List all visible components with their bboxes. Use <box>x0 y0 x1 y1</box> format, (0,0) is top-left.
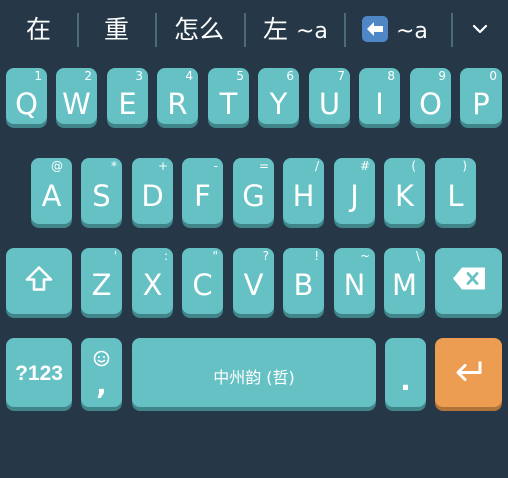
candidate-separator <box>244 13 246 47</box>
key-n[interactable]: ~ N <box>334 248 375 314</box>
key-g[interactable]: = G <box>233 158 274 224</box>
key-j[interactable]: # J <box>334 158 375 224</box>
key-z[interactable]: ' Z <box>81 248 122 314</box>
key-i[interactable]: 8I <box>359 68 400 124</box>
candidate-5[interactable]: ~a <box>362 13 428 47</box>
emoji-comma-key[interactable]: , <box>81 338 122 407</box>
key-o[interactable]: 9O <box>410 68 451 124</box>
candidate-separator <box>77 13 79 47</box>
period-key[interactable]: . <box>385 338 426 407</box>
key-h[interactable]: / H <box>283 158 324 224</box>
candidate-2[interactable]: 重 <box>104 13 129 47</box>
key-a[interactable]: @ A <box>31 158 72 224</box>
candidate-1[interactable]: 在 <box>26 13 51 47</box>
enter-icon <box>454 359 484 386</box>
candidate-3[interactable]: 怎么 <box>174 13 224 47</box>
symbols-key[interactable]: ?123 <box>6 338 72 407</box>
candidate-separator <box>155 13 157 47</box>
key-d[interactable]: + D <box>132 158 173 224</box>
key-w[interactable]: 2W <box>56 68 97 124</box>
candidate-separator <box>344 13 346 47</box>
space-key[interactable]: 中州韵 (哲) <box>132 338 376 407</box>
key-e[interactable]: 3E <box>107 68 148 124</box>
candidate-bar: 在 重 怎么 左 ~a ~a <box>0 0 508 58</box>
key-q[interactable]: 1Q <box>6 68 47 124</box>
enter-key[interactable] <box>435 338 502 407</box>
left-arrow-emoji-icon <box>362 16 388 42</box>
key-l[interactable]: ) L <box>435 158 476 224</box>
backspace-key[interactable] <box>435 248 502 314</box>
shift-icon <box>24 264 54 299</box>
candidate-separator <box>451 13 453 47</box>
chevron-down-icon[interactable] <box>471 20 489 38</box>
key-y[interactable]: 6Y <box>258 68 299 124</box>
key-f[interactable]: -F <box>182 158 223 224</box>
key-b[interactable]: ! B <box>283 248 324 314</box>
key-p[interactable]: 0P <box>460 68 502 124</box>
key-s[interactable]: * S <box>81 158 122 224</box>
backspace-icon <box>452 267 486 296</box>
key-t[interactable]: 5T <box>208 68 249 124</box>
key-u[interactable]: 7U <box>309 68 350 124</box>
key-v[interactable]: ? V <box>233 248 274 314</box>
candidate-4[interactable]: 左 ~a <box>263 13 328 47</box>
key-m[interactable]: \ M <box>384 248 425 314</box>
key-x[interactable]: :X <box>132 248 173 314</box>
key-r[interactable]: 4R <box>157 68 198 124</box>
key-k[interactable]: (K <box>384 158 425 224</box>
shift-key[interactable] <box>6 248 72 314</box>
key-c[interactable]: " C <box>182 248 223 314</box>
